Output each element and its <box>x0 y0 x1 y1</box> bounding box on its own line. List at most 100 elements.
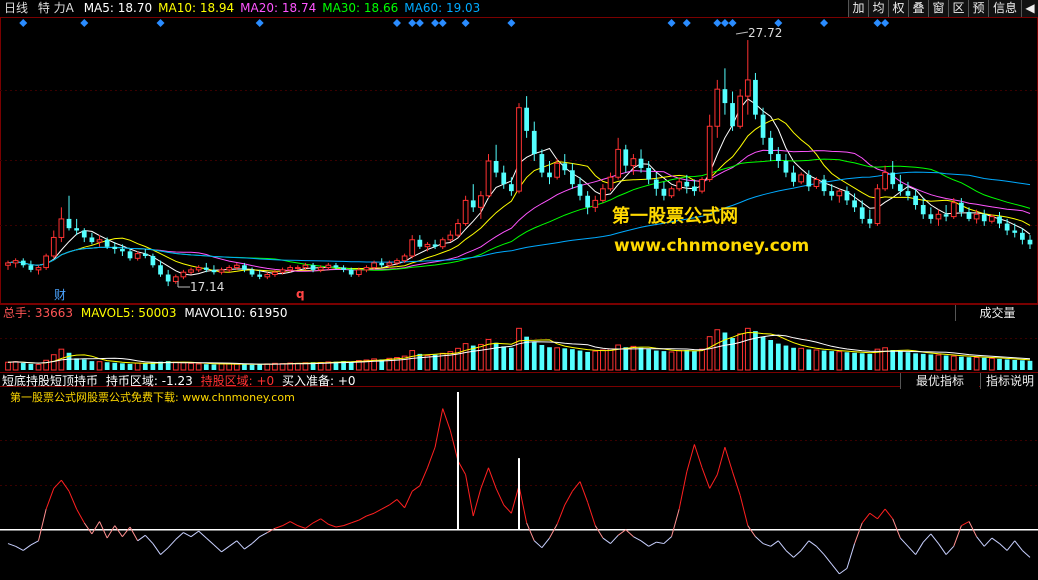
volume-bar <box>699 348 705 371</box>
indicator-series <box>0 392 1038 575</box>
indicator-segment <box>442 408 451 431</box>
candle-body <box>233 264 240 269</box>
volume-bar <box>570 349 575 370</box>
volume-bar <box>806 349 812 370</box>
indicator-segment <box>549 524 558 539</box>
indicator-segment <box>53 479 62 489</box>
candle-body <box>997 216 1002 224</box>
indicator-segment <box>1006 540 1016 551</box>
indicator-segment <box>503 504 512 514</box>
watermark-url: www.chnmoney.com <box>614 236 810 256</box>
signal-diamond <box>873 19 882 27</box>
ma-legend-item: MA10: 18.94 <box>158 1 235 15</box>
toolbar-average-button[interactable]: 均 <box>868 0 888 17</box>
toolbar-window-button[interactable]: 窗 <box>928 0 948 17</box>
volume-bar <box>821 350 827 370</box>
mavol10-label: MAVOL10: 61950 <box>184 306 288 320</box>
indicator-segment <box>953 525 962 547</box>
period-label[interactable]: 日线 <box>4 1 28 15</box>
signal-diamond <box>80 19 89 27</box>
indicator-segment <box>144 534 154 544</box>
candle-body <box>424 243 431 248</box>
volume-bar <box>928 354 934 370</box>
volume-total-value: 33663 <box>34 306 74 320</box>
candle-body <box>653 179 659 189</box>
volume-bar <box>722 332 728 370</box>
toolbar-rights-button[interactable]: 权 <box>888 0 908 17</box>
candle-body <box>462 199 469 225</box>
indicator-segment <box>976 536 985 547</box>
indicator-segment <box>205 537 215 546</box>
indicator-segment <box>877 508 886 520</box>
candle-body <box>195 267 202 271</box>
candle-body <box>333 265 339 268</box>
candle-body <box>920 205 926 215</box>
candle-body <box>706 125 713 181</box>
volume-bar <box>417 353 423 370</box>
candle-body <box>470 200 476 208</box>
candle-body <box>676 181 683 190</box>
volume-bar <box>836 351 843 371</box>
volume-bar <box>89 361 95 370</box>
indicator-segment <box>7 543 16 547</box>
candle-body <box>890 172 896 185</box>
indicator-segment <box>846 543 856 569</box>
indicator-segment <box>602 537 611 544</box>
indicator-segment <box>480 467 489 489</box>
volume-bar <box>35 363 42 371</box>
candle-body <box>935 213 942 220</box>
toolbar-forecast-button[interactable]: 预 <box>968 0 988 17</box>
toolbar-prev-icon[interactable]: ◀ <box>1021 0 1038 17</box>
signal-diamond <box>438 19 447 27</box>
best-indicator-button[interactable]: 最优指标 <box>900 373 979 389</box>
volume-bar <box>539 345 545 370</box>
volume-bar <box>897 351 903 370</box>
indicator-segment <box>495 488 505 506</box>
toolbar-add-button[interactable]: 加 <box>848 0 868 17</box>
indicator-segment <box>999 543 1008 551</box>
volume-bar <box>638 347 644 370</box>
indicator-segment <box>892 518 901 539</box>
toolbar-info-button[interactable]: 信息 <box>988 0 1021 17</box>
volume-bar <box>195 363 202 371</box>
candle-body <box>753 79 758 115</box>
candle-body <box>302 264 309 269</box>
indicator-segment <box>930 533 939 544</box>
indicator-segment <box>68 491 78 510</box>
volume-bar <box>646 349 652 370</box>
volume-bar <box>257 364 263 370</box>
volume-bar <box>120 363 125 370</box>
volume-bar <box>592 350 599 371</box>
candle-body <box>775 154 781 161</box>
volume-bar <box>783 345 789 370</box>
candle-body <box>585 195 591 208</box>
indicator-help-button[interactable]: 指标说明 <box>980 373 1038 389</box>
candle-body <box>394 260 400 264</box>
candle-body <box>699 179 705 192</box>
volume-bar <box>264 363 271 371</box>
volume-bar <box>294 362 301 371</box>
indicator-segment <box>114 525 123 537</box>
indicator-segment <box>351 519 360 524</box>
indicator-segment <box>449 430 459 462</box>
candle-body <box>897 184 903 192</box>
indicator-segment <box>686 444 695 473</box>
volume-header: 总手: 33663 MAVOL5: 50003 MAVOL10: 61950 <box>3 305 288 321</box>
volume-bar <box>562 348 568 370</box>
indicator-segment <box>709 474 718 489</box>
indicator-segment <box>678 471 688 510</box>
volume-bar <box>668 351 675 371</box>
candle-body <box>50 236 57 257</box>
volume-bar <box>12 361 19 371</box>
candle-body <box>409 239 416 257</box>
volume-button[interactable]: 成交量 <box>955 305 1038 321</box>
toolbar-overlay-button[interactable]: 叠 <box>908 0 928 17</box>
candle-body <box>74 228 80 231</box>
toolbar-range-button[interactable]: 区 <box>948 0 968 17</box>
volume-bar <box>791 347 796 370</box>
ma-legend-item: MA30: 18.66 <box>322 1 399 15</box>
volume-bar <box>829 351 835 370</box>
indicator-segment <box>656 541 664 545</box>
candle-body <box>310 265 316 270</box>
volume-bar <box>714 329 721 371</box>
